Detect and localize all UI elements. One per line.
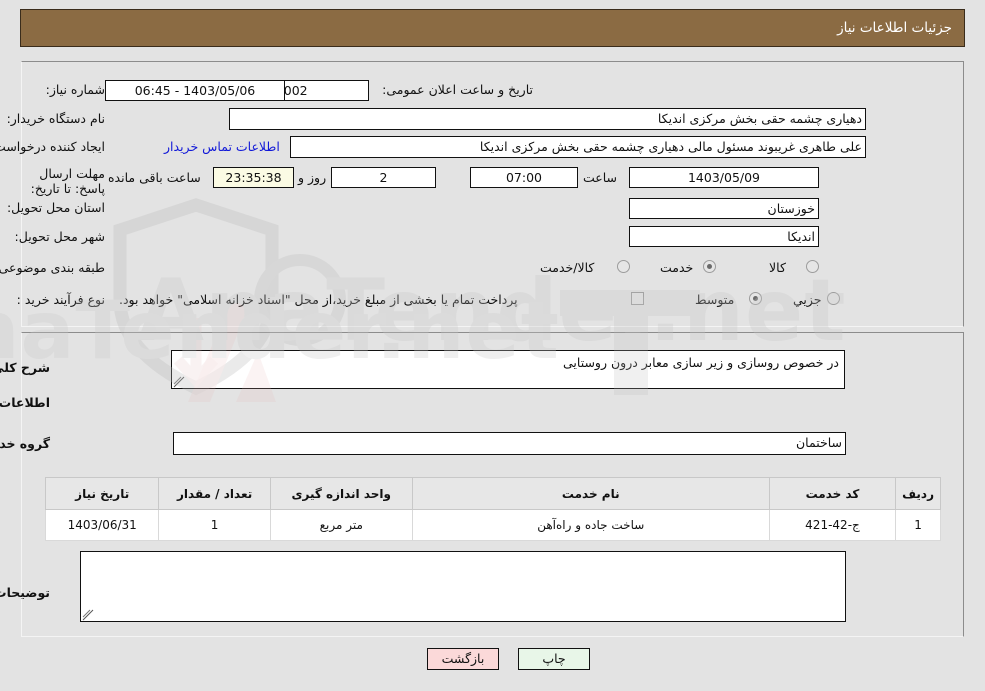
- buyer-org-label: نام دستگاه خریدار:: [6, 111, 105, 126]
- radio-category-kala-khedmat[interactable]: [617, 260, 630, 273]
- category-option-label-0: کالا: [769, 260, 786, 275]
- deadline-label: مهلت ارسال پاسخ: تا تاریخ:: [30, 166, 105, 196]
- remaining-time-label: ساعت باقی مانده: [108, 170, 201, 185]
- buyer-contact-link[interactable]: اطلاعات تماس خریدار: [164, 139, 280, 155]
- requester-value: علی طاهری غریبوند مسئول مالی دهیاری چشمه…: [290, 136, 866, 158]
- table-row: 1 ج-42-421 ساخت جاده و راه‌آهن متر مربع …: [44, 509, 941, 541]
- general-description-label: شرح کلي نیاز:: [0, 360, 50, 375]
- treasury-docs-checkbox[interactable]: [631, 292, 644, 305]
- treasury-docs-label: پرداخت تمام یا بخشی از مبلغ خرید،از محل …: [119, 292, 518, 307]
- page-title: جزئیات اطلاعات نیاز: [837, 20, 952, 36]
- category-option-label-2: کالا/خدمت: [540, 260, 595, 275]
- service-group-value: ساختمان: [173, 432, 846, 455]
- back-button[interactable]: بازگشت: [427, 648, 499, 670]
- category-label: طبقه بندی موضوعی:: [0, 260, 105, 275]
- services-section-title: اطلاعات خدمات مورد نیاز: [0, 395, 50, 410]
- th-quantity: تعداد / مقدار: [158, 477, 271, 510]
- services-table: ردیف کد خدمت نام خدمت واحد اندازه گیری ت…: [44, 477, 941, 541]
- deadline-hour: 07:00: [470, 167, 578, 188]
- deadline-hour-label: ساعت: [583, 170, 618, 185]
- th-unit: واحد اندازه گیری: [269, 477, 413, 510]
- remaining-days: 2: [331, 167, 436, 188]
- cell-row-no: 1: [895, 509, 941, 541]
- table-header-row: ردیف کد خدمت نام خدمت واحد اندازه گیری ت…: [44, 477, 941, 510]
- cell-unit: متر مربع: [269, 509, 413, 541]
- category-option-label-1: خدمت: [660, 260, 694, 275]
- remaining-days-label: روز و: [298, 170, 327, 185]
- radio-process-motavaset[interactable]: [749, 292, 762, 305]
- cell-service-name: ساخت جاده و راه‌آهن: [411, 509, 770, 541]
- general-description-value[interactable]: در خصوص روسازی و زیر سازی معابر درون روس…: [171, 350, 845, 389]
- cell-need-date: 1403/06/31: [44, 509, 160, 541]
- print-button[interactable]: چاپ: [518, 648, 590, 670]
- buyer-notes-label: توضیحات خریدار:: [0, 585, 50, 600]
- need-number-label: شماره نیاز:: [45, 82, 105, 97]
- th-row-no: ردیف: [895, 477, 941, 510]
- radio-process-jozii[interactable]: [827, 292, 840, 305]
- page-root: AnaTender.net AnaTender.net جزئیات اطلاع…: [0, 0, 985, 691]
- radio-category-kala[interactable]: [806, 260, 819, 273]
- radio-category-khedmat[interactable]: [703, 260, 716, 273]
- th-service-code: کد خدمت: [768, 477, 897, 510]
- buyer-notes-value[interactable]: [80, 551, 846, 622]
- process-option-label-0: جزیي: [793, 292, 822, 307]
- buyer-org-value: دهیاری چشمه حقی بخش مرکزی اندیکا: [229, 108, 866, 130]
- th-need-date: تاریخ نیاز: [44, 477, 160, 510]
- page-header: جزئیات اطلاعات نیاز: [20, 9, 965, 47]
- city-label: شهر محل تحویل:: [14, 229, 105, 244]
- announce-datetime-label: تاریخ و ساعت اعلان عمومی:: [382, 82, 533, 97]
- city-value: اندیکا: [629, 226, 819, 247]
- province-value: خوزستان: [629, 198, 819, 219]
- remaining-time: 23:35:38: [213, 167, 294, 188]
- process-option-label-1: متوسط: [695, 292, 735, 307]
- province-label: استان محل تحویل:: [6, 200, 105, 215]
- deadline-date: 1403/05/09: [629, 167, 819, 188]
- service-group-label: گروه خدمت:: [0, 436, 50, 451]
- requester-label: ایجاد کننده درخواست:: [0, 139, 105, 154]
- th-service-name: نام خدمت: [411, 477, 770, 510]
- process-type-label: نوع فرآیند خرید :: [16, 292, 105, 307]
- cell-quantity: 1: [158, 509, 271, 541]
- announce-datetime-value: 1403/05/06 - 06:45: [105, 80, 285, 101]
- cell-service-code: ج-42-421: [768, 509, 897, 541]
